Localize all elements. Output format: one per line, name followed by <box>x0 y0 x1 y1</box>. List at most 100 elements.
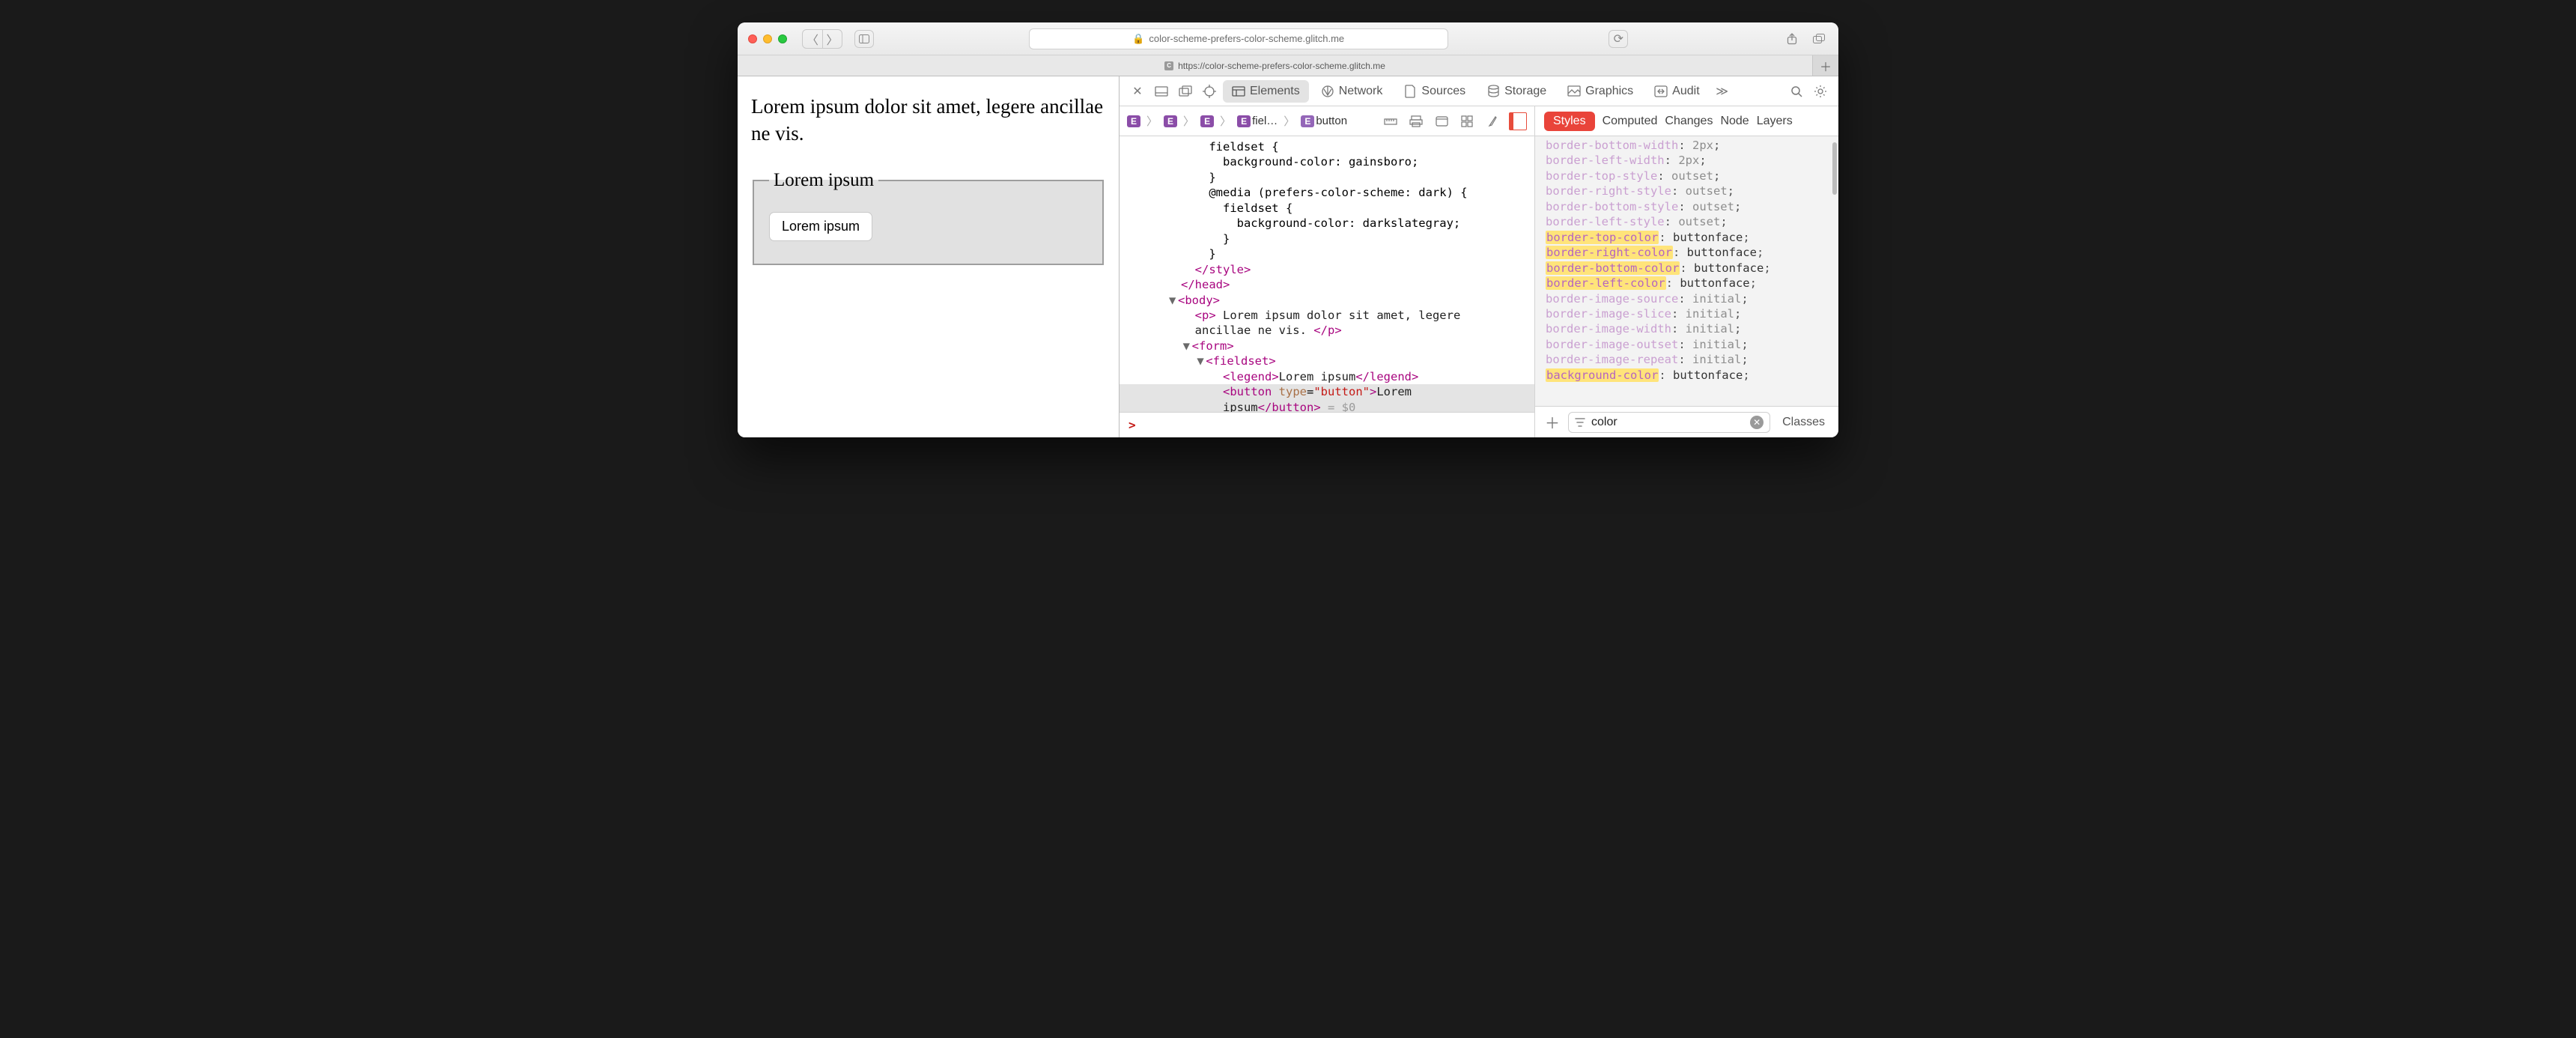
minimize-window[interactable] <box>763 34 772 43</box>
dom-tree[interactable]: fieldset { background-color: gainsboro; … <box>1120 136 1534 412</box>
tab-sources-label: Sources <box>1421 85 1465 98</box>
show-all-tabs[interactable] <box>1810 30 1828 48</box>
share-button[interactable] <box>1783 30 1801 48</box>
reload-button[interactable]: ⟳ <box>1609 30 1628 48</box>
paint-flashing-icon[interactable] <box>1483 112 1501 130</box>
styles-filter[interactable]: color ✕ <box>1568 412 1770 433</box>
style-declaration[interactable]: border-top-color: buttonface; <box>1546 230 1828 245</box>
chevron-right-icon: 〉 <box>1217 113 1234 129</box>
overflow-icon[interactable]: ≫ <box>1712 81 1733 102</box>
tab-favicon: C <box>1164 61 1173 70</box>
dom-line[interactable]: <legend>Lorem ipsum</legend> <box>1120 369 1534 384</box>
tab-audit-label: Audit <box>1672 85 1699 98</box>
clear-filter-icon[interactable]: ✕ <box>1750 416 1764 429</box>
tab-elements-label: Elements <box>1250 85 1300 98</box>
dom-line[interactable]: ipsum</button> = $0 <box>1120 400 1534 412</box>
style-declaration[interactable]: background-color: buttonface; <box>1546 368 1828 383</box>
traffic-lights <box>748 34 787 43</box>
breadcrumb-item[interactable]: E fiel… <box>1237 115 1278 127</box>
dom-line[interactable]: @media (prefers-color-scheme: dark) { <box>1120 185 1534 200</box>
style-declaration[interactable]: border-image-source: initial; <box>1546 291 1828 306</box>
lock-icon: 🔒 <box>1132 33 1144 45</box>
print-styles-icon[interactable] <box>1407 112 1425 130</box>
dom-line[interactable]: </head> <box>1120 277 1534 292</box>
dom-line[interactable]: ▼<body> <box>1120 293 1534 308</box>
styles-tab-styles[interactable]: Styles <box>1544 112 1595 131</box>
style-declaration[interactable]: border-image-width: initial; <box>1546 321 1828 336</box>
dom-line[interactable]: background-color: darkslategray; <box>1120 216 1534 231</box>
force-appearance-icon[interactable] <box>1433 112 1450 130</box>
breadcrumb-item[interactable]: E button <box>1301 115 1347 127</box>
dock-popout-icon[interactable] <box>1175 81 1196 102</box>
element-badge: E <box>1237 115 1251 127</box>
style-declaration[interactable]: border-bottom-width: 2px; <box>1546 138 1828 153</box>
style-declaration[interactable]: border-bottom-style: outset; <box>1546 199 1828 214</box>
dom-line[interactable]: ▼<form> <box>1120 339 1534 353</box>
new-tab-button[interactable]: ＋ <box>1813 57 1838 75</box>
close-window[interactable] <box>748 34 757 43</box>
dom-line[interactable]: ancillae ne vis. </p> <box>1120 323 1534 338</box>
style-declaration[interactable]: border-image-repeat: initial; <box>1546 352 1828 367</box>
breadcrumb-item[interactable]: E <box>1164 115 1177 127</box>
breadcrumb-label: fiel… <box>1252 115 1278 127</box>
ruler-icon[interactable] <box>1382 112 1400 130</box>
style-declaration[interactable]: border-image-outset: initial; <box>1546 337 1828 352</box>
content-area: Lorem ipsum dolor sit amet, legere ancil… <box>738 76 1838 437</box>
style-declaration[interactable]: border-right-style: outset; <box>1546 183 1828 198</box>
url-bar[interactable]: 🔒 color-scheme-prefers-color-scheme.glit… <box>1029 28 1448 49</box>
breadcrumb-item[interactable]: E <box>1200 115 1214 127</box>
compositing-borders-icon[interactable] <box>1458 112 1476 130</box>
inspect-element-icon[interactable] <box>1199 81 1220 102</box>
element-badge: E <box>1200 115 1214 127</box>
close-devtools-icon[interactable]: ✕ <box>1127 81 1148 102</box>
dom-line[interactable]: } <box>1120 246 1534 261</box>
titlebar: 〈 〉 🔒 color-scheme-prefers-color-scheme.… <box>738 22 1838 55</box>
styles-tab-changes[interactable]: Changes <box>1665 115 1713 128</box>
style-declaration[interactable]: border-left-color: buttonface; <box>1546 276 1828 291</box>
style-declaration[interactable]: border-bottom-color: buttonface; <box>1546 261 1828 276</box>
zoom-window[interactable] <box>778 34 787 43</box>
page-legend: Lorem ipsum <box>769 170 878 191</box>
dock-bottom-icon[interactable] <box>1151 81 1172 102</box>
tab-audit[interactable]: Audit <box>1645 80 1708 103</box>
style-declaration[interactable]: border-left-width: 2px; <box>1546 153 1828 168</box>
tab-graphics[interactable]: Graphics <box>1558 80 1642 103</box>
page-paragraph: Lorem ipsum dolor sit amet, legere ancil… <box>751 93 1105 148</box>
tab-active[interactable]: C https://color-scheme-prefers-color-sch… <box>738 55 1813 76</box>
new-rule-button[interactable]: ＋ <box>1544 414 1561 431</box>
breadcrumb-item[interactable]: E <box>1127 115 1140 127</box>
toggle-details-sidebar[interactable] <box>1509 112 1527 130</box>
tab-network[interactable]: Network <box>1312 80 1392 103</box>
sidebar-toggle[interactable] <box>854 30 874 48</box>
styles-tab-node[interactable]: Node <box>1720 115 1749 128</box>
styles-tab-computed[interactable]: Computed <box>1603 115 1658 128</box>
dom-line[interactable]: </style> <box>1120 262 1534 277</box>
dom-line[interactable]: <p> Lorem ipsum dolor sit amet, legere <box>1120 308 1534 323</box>
back-button[interactable]: 〈 <box>803 30 822 48</box>
tab-storage[interactable]: Storage <box>1477 80 1555 103</box>
style-declaration[interactable]: border-left-style: outset; <box>1546 214 1828 229</box>
search-devtools-icon[interactable] <box>1786 81 1807 102</box>
settings-icon[interactable] <box>1810 81 1831 102</box>
console-prompt[interactable]: > <box>1120 412 1534 437</box>
dom-line[interactable]: fieldset { <box>1120 139 1534 154</box>
dom-line[interactable]: ▼<fieldset> <box>1120 353 1534 368</box>
dom-line[interactable]: <button type="button">Lorem <box>1120 384 1534 399</box>
dom-line[interactable]: background-color: gainsboro; <box>1120 154 1534 169</box>
scrollbar-indicator[interactable] <box>1832 142 1837 195</box>
style-declaration[interactable]: border-image-slice: initial; <box>1546 306 1828 321</box>
tab-elements[interactable]: Elements <box>1223 80 1309 103</box>
styles-tab-layers[interactable]: Layers <box>1757 115 1793 128</box>
page-button[interactable]: Lorem ipsum <box>769 212 872 241</box>
forward-button[interactable]: 〉 <box>822 30 842 48</box>
dom-line[interactable]: } <box>1120 231 1534 246</box>
classes-toggle[interactable]: Classes <box>1778 413 1829 432</box>
style-declaration[interactable]: border-top-style: outset; <box>1546 169 1828 183</box>
dom-line[interactable]: fieldset { <box>1120 201 1534 216</box>
element-badge: E <box>1127 115 1140 127</box>
styles-list[interactable]: border-bottom-width: 2px;border-left-wid… <box>1535 136 1838 406</box>
tab-sources[interactable]: Sources <box>1394 80 1474 103</box>
style-declaration[interactable]: border-right-color: buttonface; <box>1546 245 1828 260</box>
dom-line[interactable]: } <box>1120 170 1534 185</box>
url-host: color-scheme-prefers-color-scheme.glitch… <box>1149 33 1344 44</box>
